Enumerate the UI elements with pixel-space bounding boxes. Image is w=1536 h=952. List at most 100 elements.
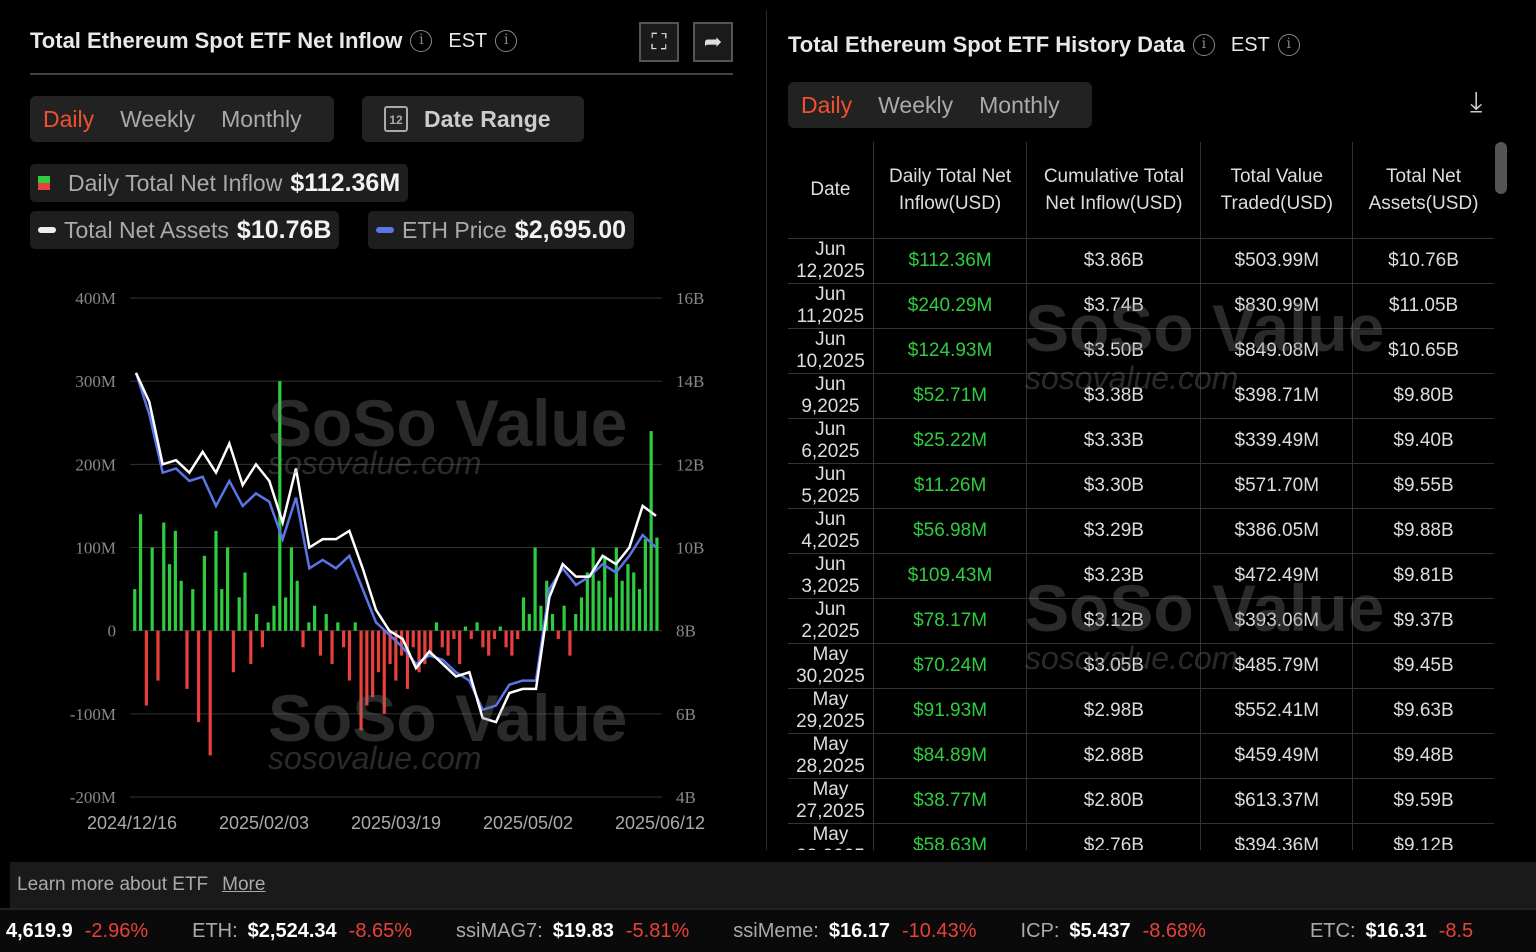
ticker-item[interactable]: ICP: $5.437 -8.68% [1021, 920, 1206, 943]
info-icon[interactable]: i [1192, 34, 1215, 56]
inflow-bar [591, 547, 595, 631]
inflow-bar [492, 630, 497, 639]
column-header: Total Value Traded(USD) [1200, 142, 1354, 239]
inflow-bar [632, 572, 636, 631]
share-button[interactable]: ➦ [693, 22, 733, 62]
table-row[interactable]: Jun 5,2025 $11.26M $3.30B $571.70M $9.55B [788, 463, 1494, 509]
table-row[interactable]: May 28,2025 $84.89M $2.88B $459.49M $9.48B [788, 733, 1494, 779]
scrollbar-thumb[interactable] [1495, 142, 1507, 194]
table-cell: $3.86B [1026, 238, 1202, 284]
ticker-change: -8.5 [1438, 919, 1474, 942]
history-period-tabs: Daily Weekly Monthly [788, 82, 1092, 128]
inflow-bar [359, 630, 363, 731]
tab-weekly[interactable]: Weekly [865, 92, 966, 119]
history-table: Date Daily Total Net Inflow(USD) Cumulativ… [788, 142, 1494, 850]
date-range-button[interactable]: 12 Date Range [362, 96, 584, 142]
ticker-item[interactable]: ETH: $2,524.34 -8.65% [192, 920, 412, 943]
inflow-bar [185, 630, 189, 689]
table-row[interactable]: May 27,2025 $38.77M $2.80B $613.37M $9.59B [788, 778, 1494, 824]
table-row[interactable]: Jun 6,2025 $25.22M $3.33B $339.49M $9.40B [788, 418, 1494, 464]
period-tabs: Daily Weekly Monthly [30, 96, 334, 142]
ticker-item[interactable]: ssiMeme: $16.17 -10.43% [733, 920, 976, 943]
inflow-bar [539, 605, 543, 631]
y-right-tick: 10B [676, 539, 704, 558]
inflow-bar [260, 630, 264, 648]
tab-weekly[interactable]: Weekly [107, 106, 208, 133]
inflow-bar [550, 614, 555, 631]
table-row[interactable]: Jun 9,2025 $52.71M $3.38B $398.71M $9.80B [788, 373, 1494, 419]
info-icon[interactable]: i [495, 30, 518, 52]
column-header: Daily Total Net Inflow(USD) [873, 142, 1028, 239]
table-row[interactable]: Jun 11,2025 $240.29M $3.74B $830.99M $11.05B [788, 283, 1494, 329]
inflow-bar [527, 614, 531, 631]
inflow-bar [365, 630, 369, 706]
inflow-bar [347, 630, 352, 681]
inflow-bar [521, 597, 526, 631]
info-icon[interactable]: i [410, 30, 433, 52]
ticker-name: ETC: [1309, 919, 1356, 942]
table-row[interactable]: Jun 2,2025 $78.17M $3.12B $393.06M $9.37B [788, 598, 1494, 644]
inflow-bar [284, 597, 288, 631]
table-cell: $552.41M [1200, 688, 1354, 734]
ticker-item[interactable]: 4,619.9 -2.96% [0, 920, 148, 943]
inflow-bar [463, 626, 468, 631]
more-link[interactable]: More [222, 874, 265, 896]
inflow-chart[interactable]: 400M 16B 300M 14B 200M 12B 100M 10B 0 8B -100M 6B -2… [0, 270, 760, 850]
inflow-bar [458, 630, 462, 664]
legend-eth-price[interactable]: ETH Price $2,695.00 [368, 211, 635, 249]
table-cell: $10.65B [1352, 328, 1494, 374]
ticker-change: -5.81% [625, 919, 690, 942]
inflow-bar [307, 622, 311, 631]
inflow-swatch [38, 176, 50, 190]
inflow-bar [434, 622, 439, 631]
tab-monthly[interactable]: Monthly [966, 92, 1073, 119]
inflow-bar [597, 580, 601, 631]
table-row[interactable]: Jun 10,2025 $124.93M $3.50B $849.08M $10.65B [788, 328, 1494, 374]
table-row[interactable]: Jun 3,2025 $109.43M $3.23B $472.49M $9.81B [788, 553, 1494, 599]
info-icon[interactable]: i [1277, 34, 1300, 56]
table-row[interactable]: May 30,2025 $70.24M $3.05B $485.79M $9.45B [788, 643, 1494, 689]
table-cell: $38.77M [873, 778, 1028, 824]
legend-inflow[interactable]: Daily Total Net Inflow $112.36M [30, 164, 409, 202]
tab-monthly[interactable]: Monthly [208, 106, 315, 133]
table-row[interactable]: May 29,2025 $91.93M $2.98B $552.41M $9.63B [788, 688, 1494, 734]
table-cell: $3.12B [1026, 598, 1202, 644]
table-row[interactable]: Jun 4,2025 $56.98M $3.29B $386.05M $9.88B [788, 508, 1494, 554]
inflow-bar [510, 630, 514, 656]
table-cell: $3.05B [1026, 643, 1202, 689]
tab-daily[interactable]: Daily [788, 92, 865, 119]
table-row[interactable]: May 23,2025$58.63M$2.76B$394.36M$9.12B [788, 823, 1494, 850]
footer-bar: Learn more about ETF More [10, 862, 1536, 908]
table-row[interactable]: Jun 12,2025 $112.36M $3.86B $503.99M $10.76B [788, 238, 1494, 284]
ticker-name: ETH: [192, 919, 238, 942]
inflow-bar [649, 431, 653, 631]
legend-assets[interactable]: Total Net Assets $10.76B [30, 211, 340, 249]
download-icon[interactable]: ⤓ [1470, 86, 1482, 119]
inflow-bar [475, 622, 479, 631]
x-tick: 2024/12/16 [87, 813, 177, 833]
fullscreen-button[interactable]: ⛶ [639, 22, 679, 62]
table-cell: $394.36M [1200, 823, 1354, 850]
table-cell: $386.05M [1200, 508, 1354, 554]
divider [30, 73, 733, 75]
table-cell: May 28,2025 [788, 733, 874, 779]
table-cell: $11.26M [873, 463, 1028, 509]
ticker-item[interactable]: ssiMAG7: $19.83 -5.81% [456, 920, 689, 943]
table-cell: Jun 6,2025 [788, 418, 874, 464]
ticker-item[interactable]: ETC: $16.31 -8.5 [1310, 920, 1473, 943]
inflow-bar [179, 580, 183, 631]
table-cell: Jun 2,2025 [788, 598, 874, 644]
inflow-bar [585, 572, 589, 631]
inflow-bar [394, 630, 398, 681]
table-cell: $2.76B [1026, 823, 1202, 850]
column-header: Total Net Assets(USD) [1352, 142, 1494, 239]
table-cell: $485.79M [1200, 643, 1354, 689]
tab-daily[interactable]: Daily [30, 106, 107, 133]
inflow-bar [191, 589, 195, 631]
x-tick: 2025/06/12 [615, 813, 705, 833]
table-scrollbar[interactable] [1495, 142, 1507, 850]
inflow-bar [371, 630, 375, 698]
x-tick: 2025/03/19 [351, 813, 441, 833]
table-cell: $9.63B [1352, 688, 1494, 734]
panel-divider [766, 10, 767, 850]
